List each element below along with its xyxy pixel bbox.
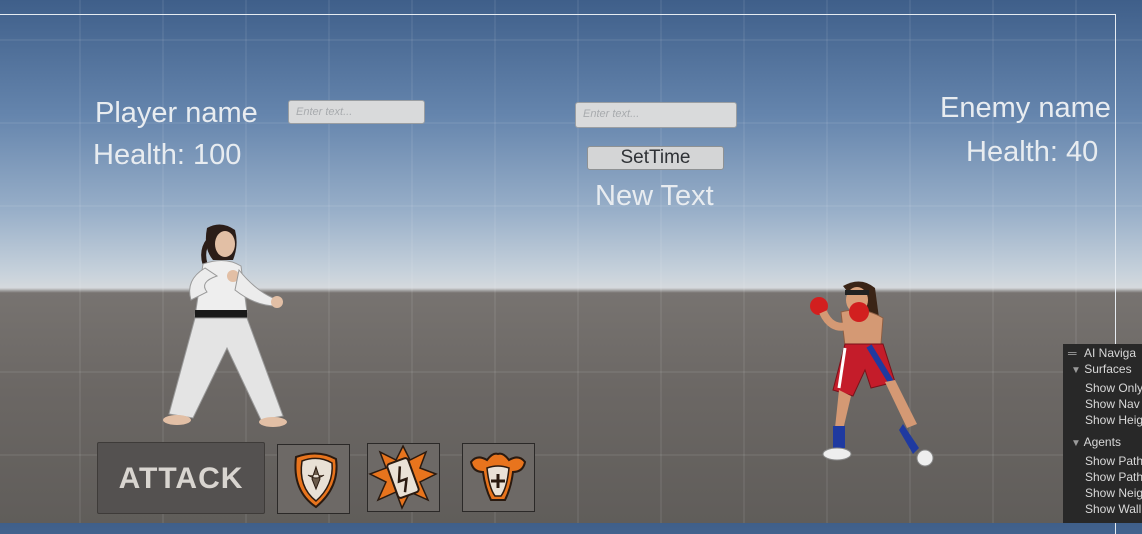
agents-item[interactable]: Show Path	[1085, 470, 1142, 484]
triangle-down-icon: ▼	[1071, 438, 1081, 449]
set-time-button[interactable]: SetTime	[587, 146, 724, 170]
strength-skill-button[interactable]	[462, 443, 535, 512]
shield-icon	[294, 452, 338, 509]
energy-battery-icon	[368, 444, 438, 510]
agents-foldout[interactable]: ▼ Agents	[1071, 435, 1121, 449]
player-health-label: Health: 100	[93, 139, 242, 171]
surfaces-item[interactable]: Show Nav	[1085, 397, 1140, 411]
attack-button[interactable]: ATTACK	[97, 442, 265, 514]
new-text-label: New Text	[595, 180, 714, 212]
energy-skill-button[interactable]	[367, 443, 440, 512]
time-input[interactable]: Enter text...	[575, 102, 737, 128]
surfaces-item[interactable]: Show Only	[1085, 381, 1142, 395]
panel-title[interactable]: ═ AI Naviga	[1068, 346, 1136, 360]
player-name-label: Player name	[95, 97, 258, 129]
surfaces-foldout[interactable]: ▼ Surfaces	[1071, 362, 1132, 376]
agents-item[interactable]: Show Wall	[1085, 502, 1141, 516]
surfaces-item[interactable]: Show Heig	[1085, 413, 1142, 427]
player-name-input[interactable]: Enter text...	[288, 100, 425, 124]
shield-skill-button[interactable]	[277, 444, 350, 514]
enemy-name-label: Enemy name	[940, 92, 1111, 124]
agents-item[interactable]: Show Path	[1085, 454, 1142, 468]
triangle-down-icon: ▼	[1071, 365, 1081, 376]
agents-item[interactable]: Show Neig	[1085, 486, 1142, 500]
drag-handle-icon[interactable]: ═	[1068, 346, 1084, 360]
enemy-health-label: Health: 40	[966, 136, 1099, 168]
strength-heal-icon	[469, 452, 527, 501]
enemy-fighter	[810, 281, 934, 467]
player-fighter	[163, 224, 287, 427]
ai-navigation-panel[interactable]: ═ AI Naviga ▼ Surfaces Show Only Show Nav…	[1063, 344, 1142, 523]
